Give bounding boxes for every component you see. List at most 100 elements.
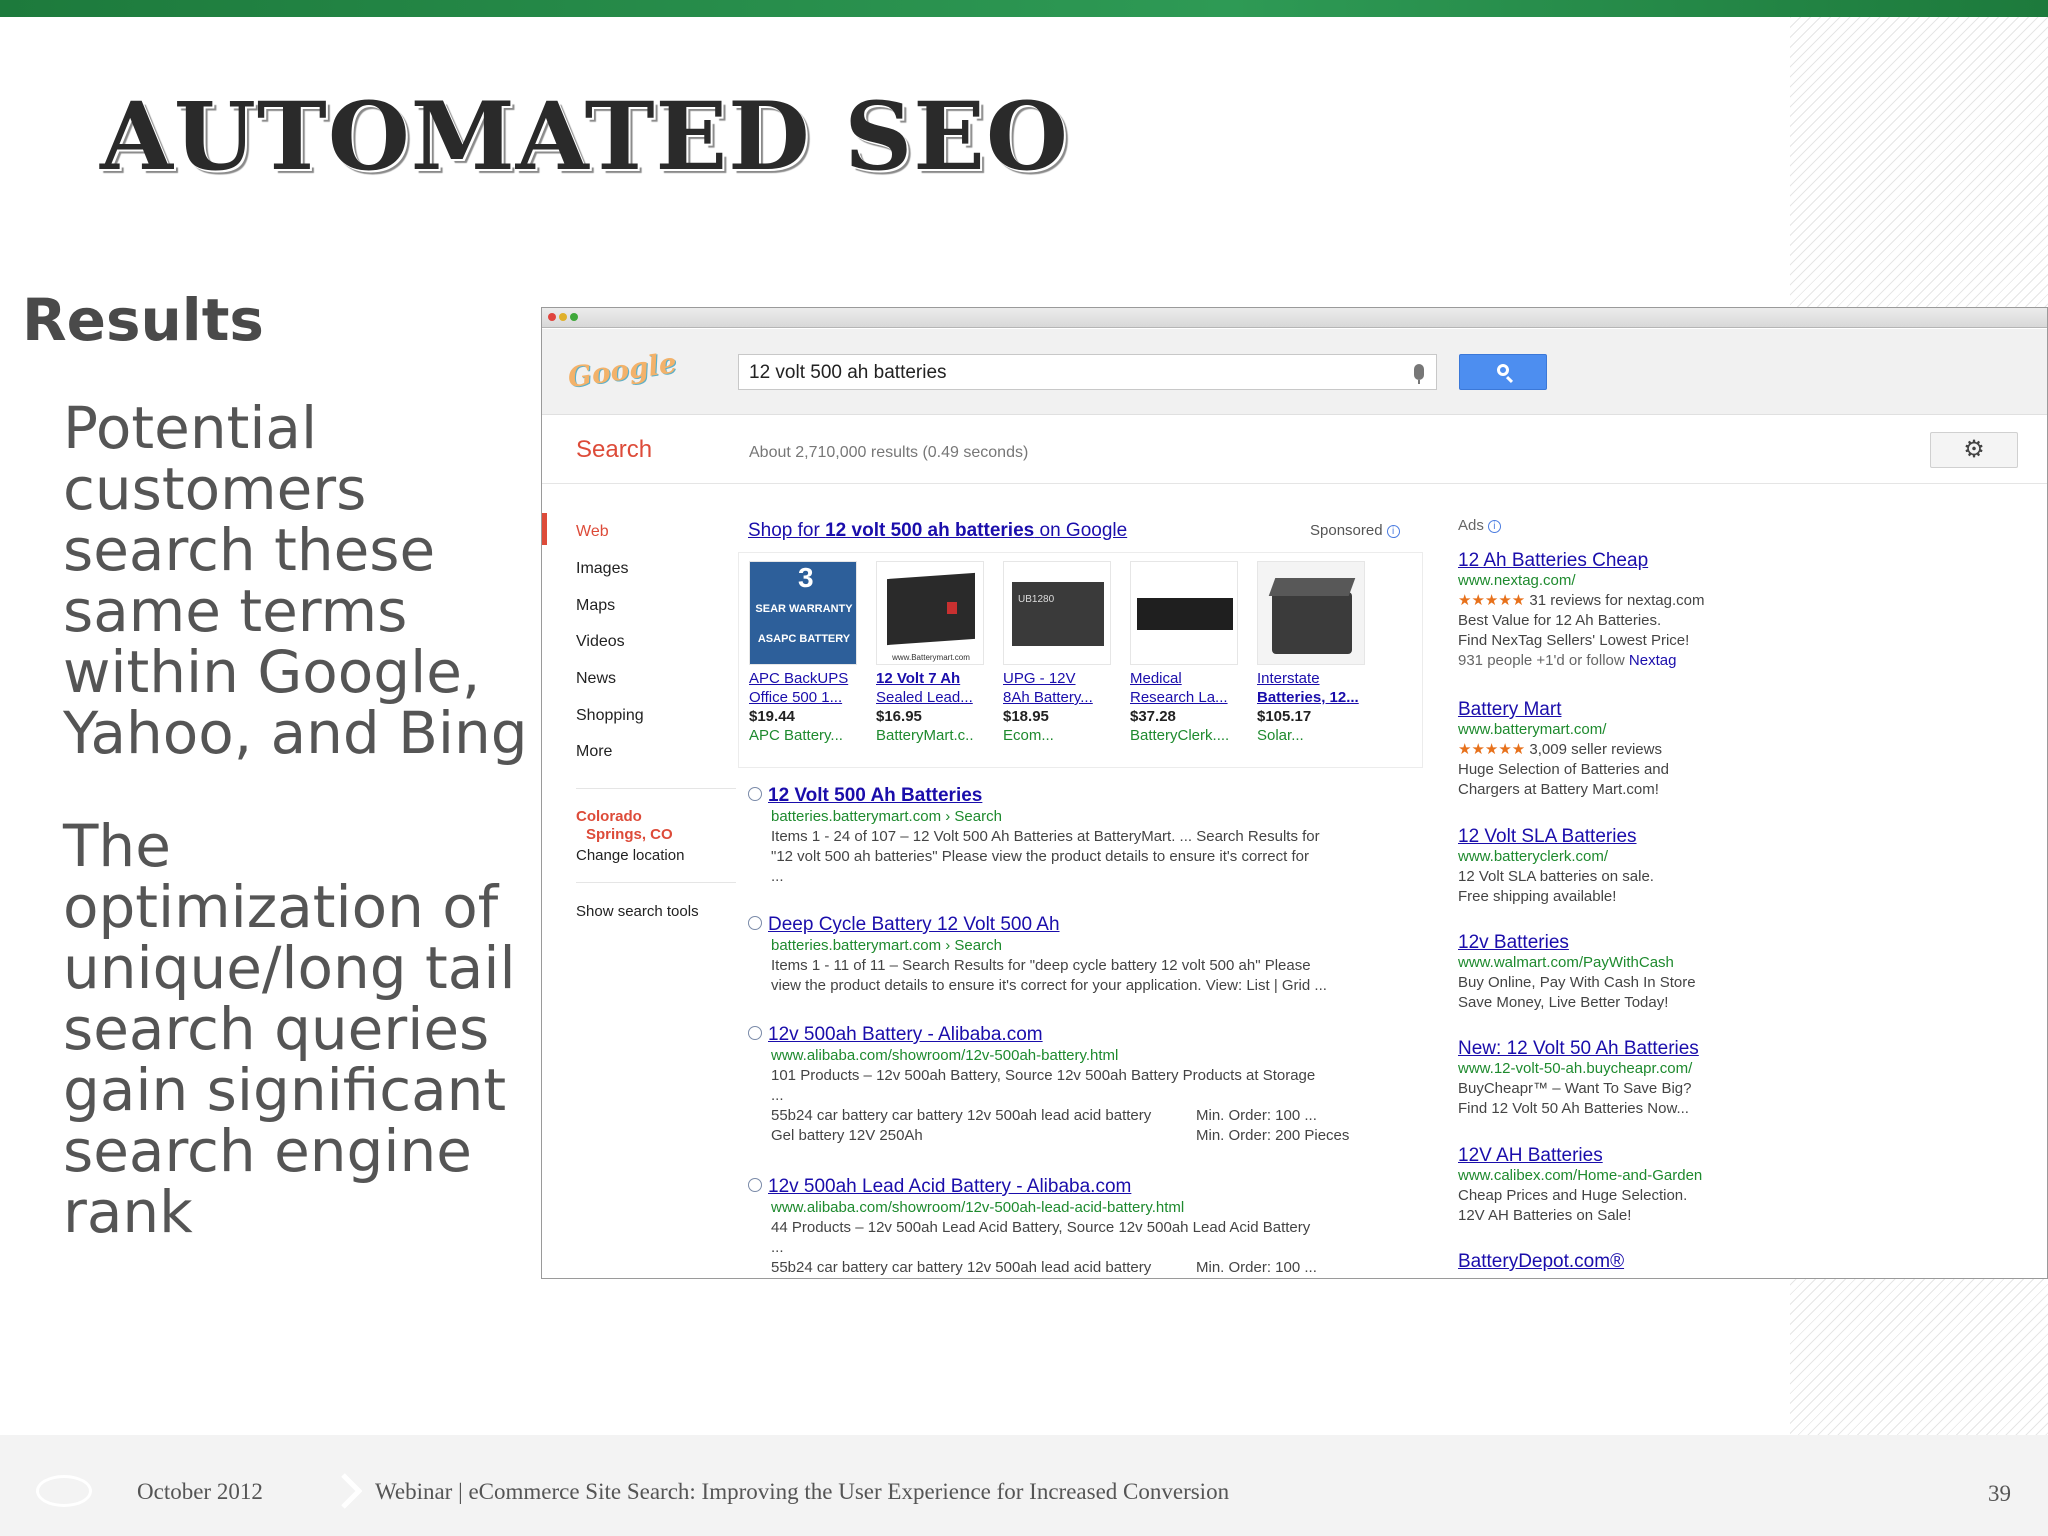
result-sublink[interactable]: 55b24 car battery car battery 12v 500ah …: [771, 1259, 1151, 1276]
google-doodle-logo[interactable]: Google: [566, 345, 688, 401]
nav-item-news[interactable]: News: [576, 670, 616, 688]
product-store: BatteryClerk....: [1130, 727, 1230, 744]
product-thumbnail[interactable]: [1130, 561, 1238, 665]
result-sublink[interactable]: Gel battery 12V 250Ah: [771, 1127, 923, 1144]
search-result: 12v 500ah Battery - Alibaba.com www.alib…: [748, 1024, 1388, 1146]
result-url[interactable]: www.alibaba.com/showroom/12v-500ah-lead-…: [771, 1198, 1388, 1218]
info-icon[interactable]: i: [1386, 525, 1400, 538]
product-name[interactable]: Office 500 1...: [749, 688, 867, 707]
product-card[interactable]: Medical Research La... $37.28 BatteryCle…: [1130, 561, 1248, 745]
product-price: $18.95: [1003, 708, 1049, 725]
ad-follow-link[interactable]: Nextag: [1629, 652, 1677, 669]
product-name[interactable]: Batteries, 12...: [1257, 688, 1375, 707]
ad-title-link[interactable]: Battery Mart: [1458, 700, 1788, 720]
gear-icon: ⚙: [1963, 436, 1985, 463]
globe-icon: [748, 787, 762, 801]
nav-item-more[interactable]: More: [576, 743, 612, 761]
ad-title-link[interactable]: BatteryDepot.com®: [1458, 1252, 1788, 1272]
ad-title-link[interactable]: 12v Batteries: [1458, 933, 1788, 953]
product-thumbnail[interactable]: SEAR WARRANTY ASAPC BATTERY 3: [749, 561, 857, 665]
nav-item-maps[interactable]: Maps: [576, 597, 615, 615]
result-min-order: Min. Order: 100 ...: [1196, 1259, 1317, 1276]
product-name[interactable]: Research La...: [1130, 688, 1248, 707]
location-line: Springs, CO: [586, 826, 673, 843]
product-store: APC Battery...: [749, 727, 843, 744]
product-name[interactable]: Interstate: [1257, 669, 1375, 688]
result-title-link[interactable]: 12v 500ah Battery - Alibaba.com: [768, 1024, 1043, 1045]
product-thumbnail[interactable]: [1257, 561, 1365, 665]
ad-url[interactable]: www.batterymart.com/: [1458, 720, 1788, 740]
product-card[interactable]: Interstate Batteries, 12... $105.17 Sola…: [1257, 561, 1375, 745]
shopping-heading-suffix[interactable]: on Google: [1034, 520, 1127, 541]
ad-url[interactable]: www.calibex.com/Home-and-Garden: [1458, 1166, 1788, 1186]
result-title-link[interactable]: 12v 500ah Lead Acid Battery - Alibaba.co…: [768, 1176, 1131, 1197]
nav-item-shopping[interactable]: Shopping: [576, 707, 644, 725]
result-url[interactable]: www.alibaba.com/showroom/12v-500ah-batte…: [771, 1046, 1388, 1066]
product-thumbnail[interactable]: www.Batterymart.com: [876, 561, 984, 665]
bullet-text: Potential customers search these same te…: [63, 394, 528, 767]
shopping-heading-prefix[interactable]: Shop for: [748, 520, 825, 541]
footer-logo-icon: [36, 1475, 92, 1507]
product-price: $16.95: [876, 708, 922, 725]
result-title-link[interactable]: 12 Volt 500 Ah Batteries: [768, 785, 982, 806]
info-icon[interactable]: i: [1487, 520, 1501, 533]
window-titlebar: [542, 308, 2047, 328]
globe-icon: [748, 916, 762, 930]
product-card[interactable]: SEAR WARRANTY ASAPC BATTERY 3 APC BackUP…: [749, 561, 867, 745]
shopping-heading[interactable]: Shop for 12 volt 500 ah batteries on Goo…: [748, 520, 1127, 542]
ad-text: Free shipping available!: [1458, 888, 1617, 905]
result-title-link[interactable]: Deep Cycle Battery 12 Volt 500 Ah: [768, 914, 1060, 935]
result-sublink[interactable]: 55b24 car battery car battery 12v 500ah …: [771, 1107, 1151, 1124]
ad-url[interactable]: www.nextag.com/: [1458, 571, 1788, 591]
ad-title-link[interactable]: 12 Ah Batteries Cheap: [1458, 551, 1788, 571]
ad-url[interactable]: www.12-volt-50-ah.buycheapr.com/: [1458, 1059, 1788, 1079]
shopping-heading-query[interactable]: 12 volt 500 ah batteries: [825, 520, 1034, 541]
product-card[interactable]: www.Batterymart.com 12 Volt 7 Ah Sealed …: [876, 561, 994, 745]
product-name[interactable]: APC BackUPS: [749, 669, 867, 688]
settings-button[interactable]: ⚙: [1930, 432, 2018, 468]
ad-title-link[interactable]: New: 12 Volt 50 Ah Batteries: [1458, 1039, 1788, 1059]
product-name[interactable]: UPG - 12V: [1003, 669, 1121, 688]
search-box[interactable]: [738, 354, 1437, 390]
nav-item-images[interactable]: Images: [576, 560, 628, 578]
product-thumbnail[interactable]: UB1280: [1003, 561, 1111, 665]
search-button[interactable]: [1459, 354, 1547, 390]
search-input[interactable]: [749, 362, 1369, 384]
product-store: BatteryMart.c..: [876, 727, 974, 744]
nav-divider: [576, 788, 736, 789]
product-card[interactable]: UB1280 UPG - 12V 8Ah Battery... $18.95 E…: [1003, 561, 1121, 745]
microphone-icon[interactable]: [1414, 364, 1424, 384]
product-name[interactable]: 12 Volt 7 Ah: [876, 669, 994, 688]
ad-url[interactable]: www.batteryclerk.com/: [1458, 847, 1788, 867]
minimize-window-icon[interactable]: [559, 313, 567, 321]
product-name[interactable]: 8Ah Battery...: [1003, 688, 1121, 707]
ad-text: Huge Selection of Batteries and: [1458, 761, 1669, 778]
close-window-icon[interactable]: [548, 313, 556, 321]
result-url[interactable]: batteries.batterymart.com › Search: [771, 936, 1388, 956]
nav-item-videos[interactable]: Videos: [576, 633, 625, 651]
zoom-window-icon[interactable]: [570, 313, 578, 321]
result-snippet: "12 volt 500 ah batteries" Please view t…: [771, 848, 1309, 865]
slide-footer: October 2012 Webinar | eCommerce Site Se…: [0, 1435, 2048, 1536]
result-url[interactable]: batteries.batterymart.com › Search: [771, 807, 1388, 827]
ad-title-link[interactable]: 12V AH Batteries: [1458, 1146, 1788, 1166]
change-location-link[interactable]: Change location: [576, 847, 684, 864]
ad-social: 931 people +1'd or follow: [1458, 652, 1629, 669]
product-name[interactable]: Medical: [1130, 669, 1248, 688]
result-snippet: ...: [771, 1087, 784, 1104]
result-min-order: Min. Order: 100 ...: [1196, 1107, 1317, 1124]
ad-reviews[interactable]: 31 reviews for nextag.com: [1529, 592, 1704, 609]
ad-reviews[interactable]: 3,009 seller reviews: [1529, 741, 1662, 758]
ad-text: Find 12 Volt 50 Ah Batteries Now...: [1458, 1100, 1689, 1117]
search-icon: [1497, 364, 1509, 376]
location-line: Colorado: [576, 808, 642, 825]
nav-item-web[interactable]: Web: [576, 523, 609, 541]
result-snippet: Items 1 - 11 of 11 – Search Results for …: [771, 957, 1311, 974]
ad-url[interactable]: www.walmart.com/PayWithCash: [1458, 953, 1788, 973]
ad-item: 12 Volt SLA Batteries www.batteryclerk.c…: [1458, 827, 1788, 907]
ad-text: Chargers at Battery Mart.com!: [1458, 781, 1659, 798]
show-search-tools-link[interactable]: Show search tools: [576, 903, 699, 920]
product-name[interactable]: Sealed Lead...: [876, 688, 994, 707]
star-rating-icon: ★★★★★: [1458, 592, 1526, 609]
ad-title-link[interactable]: 12 Volt SLA Batteries: [1458, 827, 1788, 847]
